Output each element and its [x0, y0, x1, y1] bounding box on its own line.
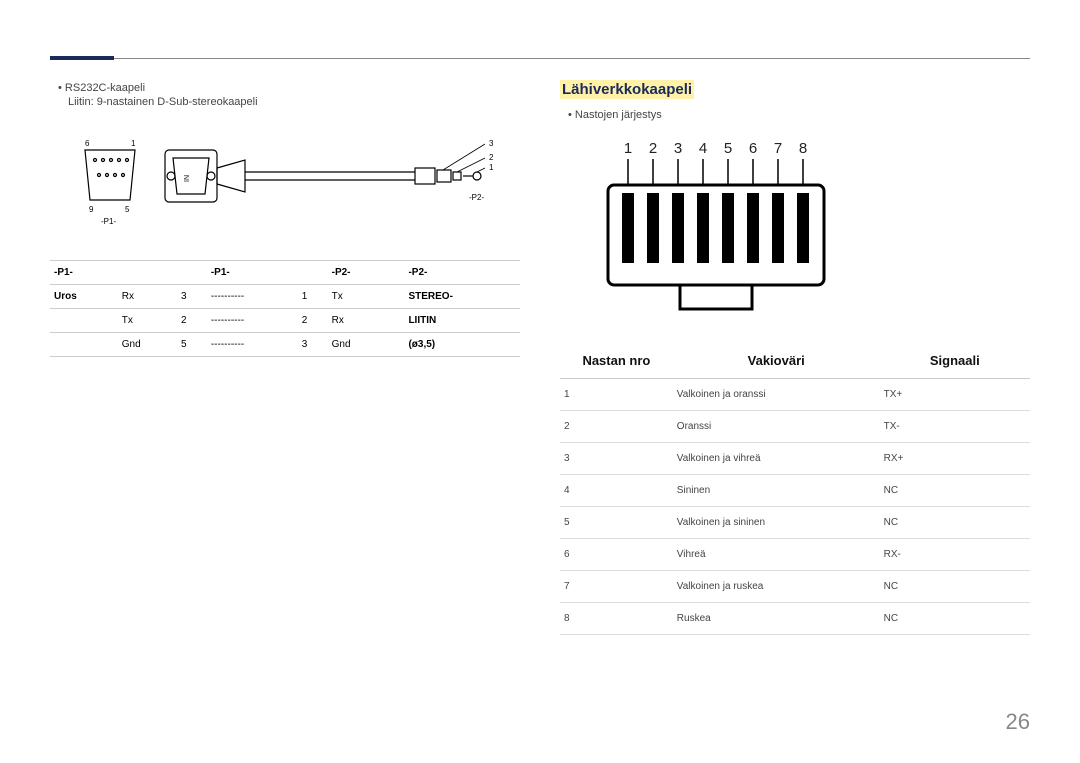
- rs-th-p1b: -P1-: [207, 261, 298, 285]
- rs-r1c3: 2: [298, 309, 328, 333]
- rs-r2c1: 5: [177, 333, 207, 357]
- rs-r1c1: 2: [177, 309, 207, 333]
- lan-row: 3Valkoinen ja vihreäRX+: [560, 443, 1030, 475]
- rs-r2c2: ----------: [207, 333, 298, 357]
- rj-pin-8: 8: [799, 140, 807, 157]
- rs-r0c1: 3: [177, 285, 207, 309]
- pin1-label: 1: [131, 139, 136, 148]
- lan-row: 1Valkoinen ja oranssiTX+: [560, 379, 1030, 411]
- pin6-label: 6: [85, 139, 90, 148]
- rs-r1c2: ----------: [207, 309, 298, 333]
- jack-pin2: 2: [489, 153, 494, 162]
- rj45-svg: 1 2 3 4 5 6 7 8: [580, 133, 860, 323]
- rj-pin-7: 7: [774, 140, 782, 157]
- left-column: RS232C-kaapeli Liitin: 9-nastainen D-Sub…: [50, 80, 520, 635]
- right-column: Lähiverkkokaapeli Nastojen järjestys 1 2…: [560, 80, 1030, 635]
- rj-pin-5: 5: [724, 140, 732, 157]
- rs-th-p1a: -P1-: [50, 261, 207, 285]
- jack-pin3: 3: [489, 139, 494, 148]
- pin5-label: 5: [125, 205, 130, 214]
- rj-pin-2: 2: [649, 140, 657, 157]
- p2-diagram-label: -P2-: [469, 193, 484, 202]
- lan-th-signal: Signaali: [880, 343, 1030, 379]
- rs-col7-r1: LIITIN: [404, 309, 520, 333]
- lan-title: Lähiverkkokaapeli: [560, 80, 694, 99]
- header-rule: [50, 58, 1030, 59]
- rs-r1c0: Tx: [118, 309, 177, 333]
- page-number: 26: [1006, 709, 1030, 735]
- rs232-bullet: RS232C-kaapeli: [58, 82, 520, 94]
- rs-r0c3: 1: [298, 285, 328, 309]
- jack-pin1: 1: [489, 163, 494, 172]
- rj-pin-4: 4: [699, 140, 707, 157]
- lan-row: 8RuskeaNC: [560, 603, 1030, 635]
- lan-bullet: Nastojen järjestys: [568, 109, 1030, 121]
- rs-r0c2: ----------: [207, 285, 298, 309]
- rj-pin-6: 6: [749, 140, 757, 157]
- header-accent: [50, 56, 114, 60]
- rs-th-p2a: -P2-: [328, 261, 405, 285]
- lan-row: 4SininenNC: [560, 475, 1030, 507]
- rs232-cable-svg: 6 1 9 5 -P1- IN: [75, 120, 495, 240]
- lan-row: 5Valkoinen ja sininenNC: [560, 507, 1030, 539]
- rs-r2c3: 3: [298, 333, 328, 357]
- rs-col7-r0: STEREO-: [404, 285, 520, 309]
- rs-r0c0: Rx: [118, 285, 177, 309]
- rj45-diagram: 1 2 3 4 5 6 7 8: [560, 133, 1030, 323]
- p1-diagram-label: -P1-: [101, 217, 116, 226]
- rs232-diagram: 6 1 9 5 -P1- IN: [50, 120, 520, 240]
- rs-r1c4: Rx: [328, 309, 387, 333]
- pin9-label: 9: [89, 205, 94, 214]
- lan-pin-table: Nastan nro Vakioväri Signaali 1Valkoinen…: [560, 343, 1030, 635]
- lan-th-color: Vakioväri: [673, 343, 880, 379]
- rs-th-p2b: -P2-: [404, 261, 520, 285]
- rj-pin-3: 3: [674, 140, 682, 157]
- rs232-subline: Liitin: 9-nastainen D-Sub-stereokaapeli: [68, 96, 520, 108]
- rs232-pin-table: -P1- -P1- -P2- -P2- Uros Rx 3 ----------…: [50, 260, 520, 357]
- lan-row: 7Valkoinen ja ruskeaNC: [560, 571, 1030, 603]
- rs-r2c4: Gnd: [328, 333, 387, 357]
- rs-col7-r2: (ø3,5): [404, 333, 520, 357]
- rs-col0: Uros: [50, 285, 118, 309]
- lan-th-pin: Nastan nro: [560, 343, 673, 379]
- svg-text:IN: IN: [184, 175, 191, 182]
- rs-r0c4: Tx: [328, 285, 387, 309]
- rj-pin-1: 1: [624, 140, 632, 157]
- rs-r2c0: Gnd: [118, 333, 177, 357]
- lan-row: 2OranssiTX-: [560, 411, 1030, 443]
- lan-row: 6VihreäRX-: [560, 539, 1030, 571]
